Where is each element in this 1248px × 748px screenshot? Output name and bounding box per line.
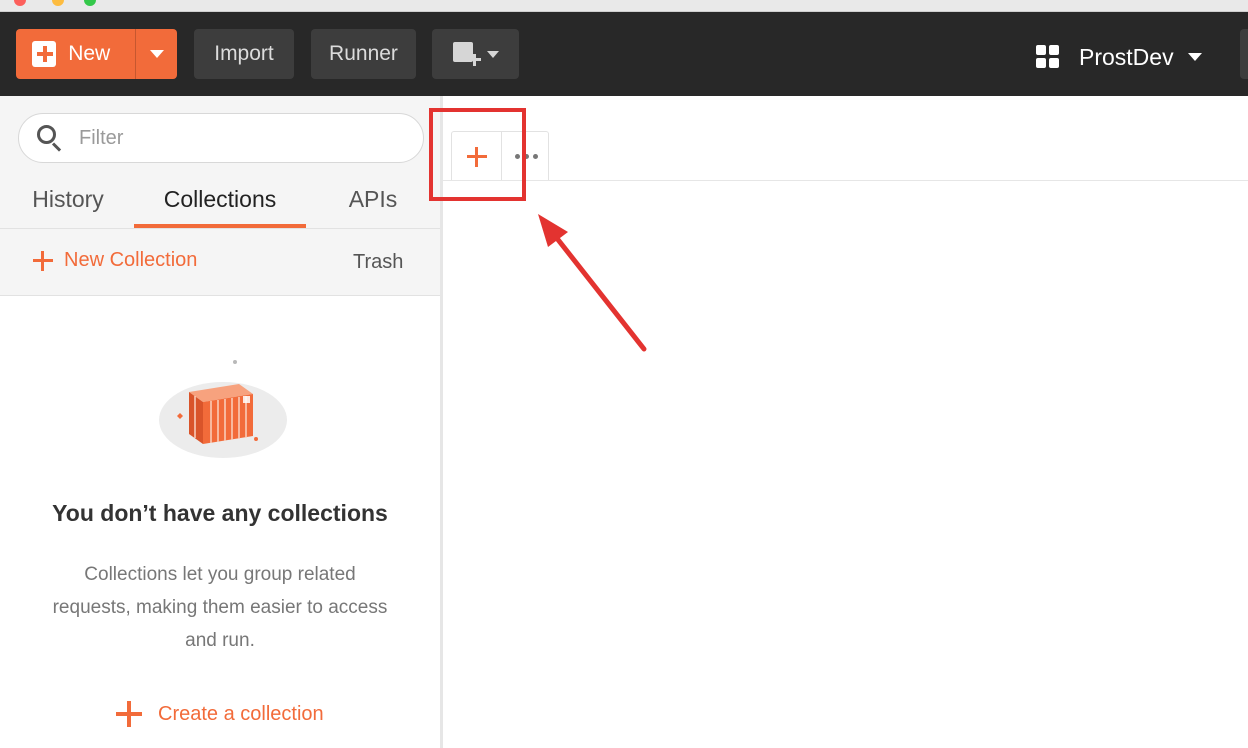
annotation-arrow: [538, 214, 647, 352]
